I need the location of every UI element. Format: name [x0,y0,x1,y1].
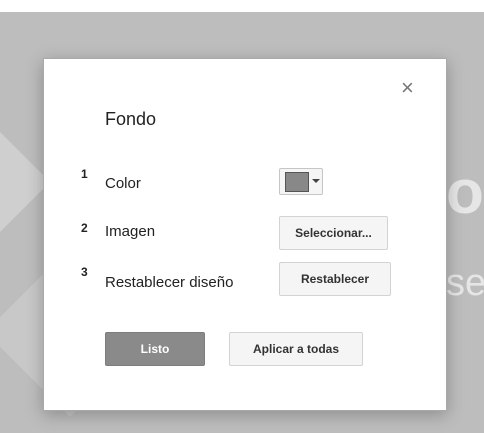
reset-layout-label: Restablecer diseño [105,274,234,291]
background-slide-text: or [446,158,484,227]
color-label: Color [105,175,141,192]
close-icon[interactable]: × [401,77,414,99]
step-number-1: 1 [81,167,88,181]
color-swatch [285,172,309,192]
step-number-3: 3 [81,265,88,279]
background-dialog: × Fondo 1 Color 2 Imagen Seleccionar... … [43,58,447,411]
chevron-down-icon [312,179,320,183]
apply-to-all-button[interactable]: Aplicar a todas [229,332,363,366]
background-slide-subtext: se [446,262,484,304]
image-label: Imagen [105,223,156,240]
reset-button[interactable]: Restablecer [279,262,391,296]
step-number-2: 2 [81,221,88,235]
color-picker-button[interactable] [279,168,323,195]
select-image-button[interactable]: Seleccionar... [279,216,388,250]
dialog-title: Fondo [105,109,157,129]
done-button[interactable]: Listo [105,332,205,366]
